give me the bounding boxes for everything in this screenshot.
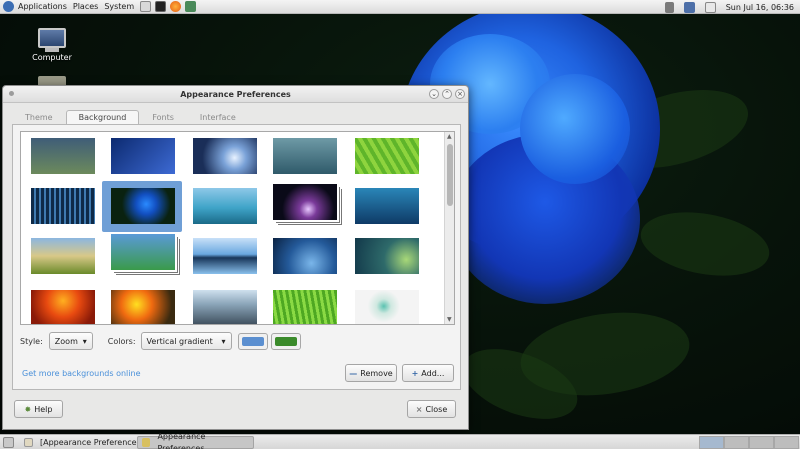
help-button[interactable]: ✸ Help <box>14 400 63 418</box>
wallpaper-thumbnail[interactable] <box>355 290 419 324</box>
close-button-icon: × <box>415 404 423 414</box>
wallpaper-thumbnail[interactable] <box>111 290 175 324</box>
workspace-3[interactable] <box>749 436 774 449</box>
fedora-logo-icon[interactable] <box>3 1 14 12</box>
tab-bar: Theme Background Fonts Interface <box>12 110 249 124</box>
show-desktop-icon[interactable] <box>3 437 14 448</box>
wallpaper-thumbnail[interactable] <box>193 238 257 274</box>
wallpaper-thumbnail[interactable] <box>273 138 337 174</box>
wallpaper-thumbnail-selected[interactable] <box>111 188 175 224</box>
file-manager-launcher-icon[interactable] <box>140 1 152 12</box>
wallpaper-slideshow-thumbnail[interactable] <box>273 184 337 220</box>
tab-interface[interactable]: Interface <box>187 110 249 124</box>
help-icon: ✸ <box>24 404 32 414</box>
titlebar[interactable]: Appearance Preferences ⌄ ⌃ × <box>3 86 468 103</box>
volume-icon[interactable] <box>664 1 674 13</box>
primary-color-button[interactable] <box>237 332 268 350</box>
scroll-up-icon[interactable]: ▲ <box>447 133 452 140</box>
close-icon[interactable]: × <box>455 89 465 99</box>
wallpaper-thumbnail[interactable] <box>355 188 419 224</box>
style-label: Style: <box>20 336 43 346</box>
workspace-4[interactable] <box>774 436 799 449</box>
colors-select-value: Vertical gradient <box>146 336 213 346</box>
primary-color-swatch <box>241 336 264 346</box>
network-tool-launcher-icon[interactable] <box>185 1 197 12</box>
dropdown-arrow-icon: ▾ <box>82 336 87 346</box>
wallpaper-thumbnail[interactable] <box>31 138 95 174</box>
wallpaper-thumbnail[interactable] <box>31 290 95 324</box>
wallpaper-thumbnail[interactable] <box>193 290 257 324</box>
secondary-color-swatch <box>274 336 297 346</box>
wallpaper-thumbnail[interactable] <box>355 138 419 174</box>
updates-icon[interactable] <box>704 1 716 13</box>
add-button[interactable]: + Add... <box>402 364 454 382</box>
desktop-icon-label: Computer <box>32 53 72 62</box>
style-color-controls: Style: Zoom ▾ Colors: Vertical gradient … <box>20 332 301 350</box>
close-button[interactable]: × Close <box>407 400 456 418</box>
workspace-1[interactable] <box>699 436 724 449</box>
taskbar-item-preferences-2[interactable]: Appearance Preferences <box>137 432 254 449</box>
workspace-2[interactable] <box>724 436 749 449</box>
appearance-preferences-window: Appearance Preferences ⌄ ⌃ × Theme Backg… <box>2 85 469 430</box>
system-menu[interactable]: System <box>104 2 134 11</box>
clock[interactable]: Sun Jul 16, 06:36 <box>726 3 794 12</box>
wallpaper-thumbnail[interactable] <box>193 188 257 224</box>
colors-select[interactable]: Vertical gradient ▾ <box>140 332 232 350</box>
tab-theme[interactable]: Theme <box>12 110 66 124</box>
wallpaper-thumbnail[interactable] <box>111 138 175 174</box>
wallpaper-thumbnail[interactable] <box>31 238 95 274</box>
appearance-icon <box>142 438 151 447</box>
wallpaper-grid-scrollbar[interactable]: ▲ ▼ <box>444 132 454 324</box>
scrollbar-thumb[interactable] <box>447 144 453 206</box>
background-tab-panel: ▲ ▼ Style: Zoom ▾ Colors: Vertical gradi… <box>12 124 461 390</box>
remove-button[interactable]: — Remove <box>345 364 397 382</box>
window-title: Appearance Preferences <box>180 90 291 99</box>
secondary-color-button[interactable] <box>270 332 301 350</box>
wallpaper-thumbnail[interactable] <box>193 138 257 174</box>
wallpaper-thumbnail[interactable] <box>355 238 419 274</box>
window-menu-icon[interactable] <box>9 91 14 96</box>
network-icon[interactable] <box>683 1 695 13</box>
style-select-value: Zoom <box>54 336 78 346</box>
tab-background[interactable]: Background <box>65 110 140 124</box>
colors-label: Colors: <box>107 336 136 346</box>
dropdown-arrow-icon: ▾ <box>221 336 226 346</box>
maximize-icon[interactable]: ⌃ <box>442 89 452 99</box>
applications-menu[interactable]: Applications <box>18 2 67 11</box>
add-icon: + <box>411 368 419 378</box>
scroll-down-icon[interactable]: ▼ <box>447 316 452 323</box>
firefox-launcher-icon[interactable] <box>170 1 182 12</box>
bottom-panel: [Appearance Preferences] Appearance Pref… <box>0 432 800 449</box>
computer-icon <box>38 28 66 48</box>
style-select[interactable]: Zoom ▾ <box>48 332 93 350</box>
wallpaper-slideshow-thumbnail[interactable] <box>111 234 175 270</box>
places-menu[interactable]: Places <box>73 2 98 11</box>
desktop-icon-computer[interactable]: Computer <box>28 28 76 62</box>
top-panel: Applications Places System Sun Jul 16, 0… <box>0 0 800 14</box>
wallpaper-grid: ▲ ▼ <box>20 131 455 325</box>
remove-icon: — <box>349 368 358 378</box>
wallpaper-thumbnail[interactable] <box>273 290 337 324</box>
terminal-launcher-icon[interactable] <box>155 1 167 12</box>
wallpaper-thumbnail[interactable] <box>31 188 95 224</box>
taskbar-item-preferences-1[interactable]: [Appearance Preferences] <box>20 436 148 449</box>
wallpaper-thumbnail[interactable] <box>273 238 337 274</box>
tab-fonts[interactable]: Fonts <box>139 110 187 124</box>
minimize-icon[interactable]: ⌄ <box>429 89 439 99</box>
window-icon <box>24 438 33 447</box>
get-more-backgrounds-link[interactable]: Get more backgrounds online <box>22 369 141 378</box>
